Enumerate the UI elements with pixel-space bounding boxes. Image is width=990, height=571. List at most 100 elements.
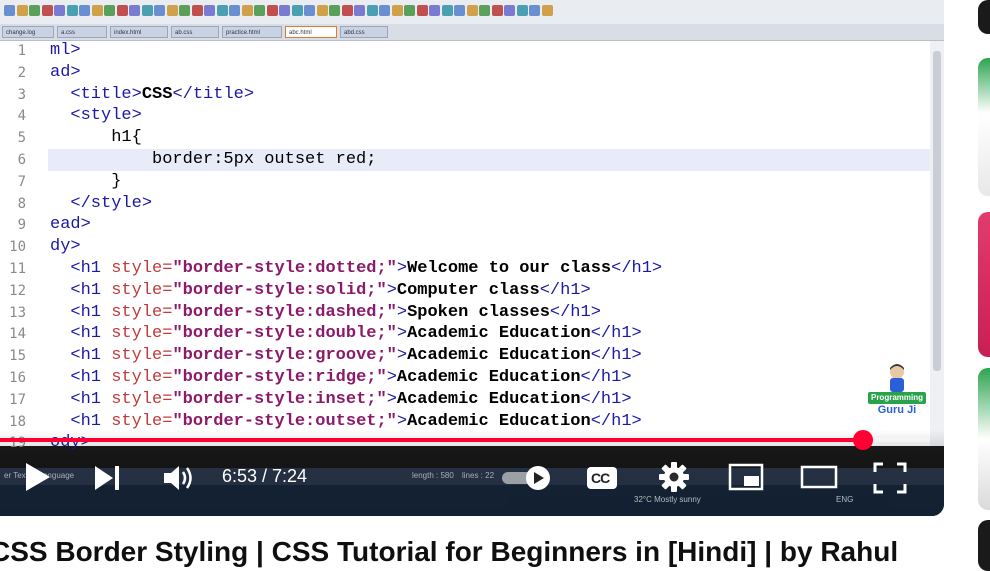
toolbar-button-icon <box>441 5 453 16</box>
line-number: 18 <box>9 413 26 430</box>
sidebar-thumbnail[interactable] <box>978 520 990 571</box>
toolbar-button-icon <box>416 5 428 16</box>
channel-watermark[interactable]: Programming Guru Ji <box>866 362 928 420</box>
miniplayer-button[interactable] <box>728 462 764 492</box>
code-line: <h1 style="border-style:double;">Academi… <box>50 324 642 344</box>
line-number: 9 <box>17 217 26 234</box>
toolbar-button-icon <box>541 5 553 16</box>
skip-next-icon <box>95 466 119 490</box>
captions-label: CC <box>591 470 610 486</box>
toolbar-button-icon <box>179 5 190 16</box>
next-video-button[interactable] <box>92 463 122 493</box>
theater-mode-button[interactable] <box>800 462 838 492</box>
toolbar-button-icon <box>266 5 278 16</box>
line-number-gutter: 12345678910111213141516171819 <box>0 41 35 451</box>
code-line: ad> <box>50 62 81 82</box>
editor-tab-bar: change.log a.css index.html ab.css practice.… <box>0 24 944 41</box>
toolbar-button-icon <box>204 5 215 16</box>
settings-button[interactable] <box>658 461 690 493</box>
watermark-subtitle: Guru Ji <box>872 404 922 418</box>
progress-played <box>0 438 863 442</box>
sidebar-thumbnail[interactable] <box>978 368 990 510</box>
line-number: 8 <box>17 195 26 212</box>
toolbar-button-icon <box>229 5 240 16</box>
editor-tab: a.css <box>57 26 107 38</box>
toolbar-button-icon <box>29 5 40 16</box>
fullscreen-button[interactable] <box>872 461 908 495</box>
code-line: <h1 style="border-style:outset;">Academi… <box>50 411 642 431</box>
sidebar-thumbnail[interactable] <box>978 58 990 196</box>
video-player[interactable]: change.log a.css index.html ab.css practice.… <box>0 0 944 516</box>
line-number: 5 <box>17 130 26 147</box>
line-number: 3 <box>17 86 26 103</box>
line-number: 15 <box>9 348 26 365</box>
toolbar-button-icon <box>529 5 540 16</box>
toolbar-button-icon <box>516 5 528 16</box>
progress-bar[interactable] <box>0 430 930 450</box>
toolbar-button-icon <box>91 5 103 16</box>
toolbar-button-icon <box>41 5 53 16</box>
toolbar-button-icon <box>379 5 390 16</box>
time-display: 6:53 / 7:24 <box>222 466 308 486</box>
code-line: } <box>50 171 122 191</box>
toolbar-button-icon <box>66 5 78 16</box>
line-number: 14 <box>9 326 26 343</box>
taskbar-weather: 32°C Mostly sunny <box>634 495 701 504</box>
sidebar-thumbnail[interactable] <box>978 0 990 34</box>
progress-scrubber-handle[interactable] <box>853 430 873 450</box>
toolbar-button-icon <box>279 5 290 16</box>
volume-button[interactable] <box>162 463 196 493</box>
taskbar-language: ENG <box>836 495 854 504</box>
toolbar-button-icon <box>166 5 178 16</box>
line-number: 10 <box>9 239 26 256</box>
toolbar-button-icon <box>366 5 378 16</box>
code-editor: 12345678910111213141516171819 ml>ad> <ti… <box>0 41 930 452</box>
toolbar-button-icon <box>79 5 90 16</box>
toolbar-button-icon <box>129 5 140 16</box>
code-line: <title>CSS</title> <box>50 84 255 104</box>
toolbar-button-icon <box>141 5 153 16</box>
toolbar-button-icon <box>241 5 253 16</box>
video-title[interactable]: CSS Border Styling | CSS Tutorial for Be… <box>0 536 950 568</box>
code-line: </style> <box>50 193 153 213</box>
line-number: 12 <box>9 282 26 299</box>
watermark-label: Programming <box>868 392 926 404</box>
toolbar-button-icon <box>216 5 228 16</box>
fold-margin <box>34 41 48 446</box>
line-number: 4 <box>17 108 26 125</box>
status-lines: lines : 22 <box>462 471 495 480</box>
editor-scrollbar <box>930 41 944 446</box>
autoplay-toggle[interactable] <box>500 465 556 491</box>
toolbar-button-icon <box>254 5 265 16</box>
code-line: <h1 style="border-style:ridge;">Academic… <box>50 368 632 387</box>
play-button[interactable] <box>22 461 52 493</box>
line-number: 13 <box>9 304 26 321</box>
captions-button[interactable]: CC <box>585 464 619 492</box>
code-line: <h1 style="border-style:groove;">Academi… <box>50 346 642 366</box>
toolbar-button-icon <box>116 5 128 16</box>
toolbar-button-icon <box>466 5 478 16</box>
toolbar-button-icon <box>429 5 440 16</box>
toolbar-button-icon <box>479 5 490 16</box>
sidebar-thumbnail[interactable] <box>978 212 990 357</box>
code-line: <style> <box>50 106 142 126</box>
status-length: length : 580 <box>412 471 454 480</box>
line-number: 7 <box>17 173 26 190</box>
toolbar-button-icon <box>329 5 340 16</box>
toolbar-button-icon <box>316 5 328 16</box>
toolbar-button-icon <box>391 5 403 16</box>
code-line: border:5px outset red; <box>50 150 377 169</box>
miniplayer-icon <box>728 463 764 491</box>
editor-tab: abc.html <box>285 26 337 38</box>
toolbar-button-icon <box>191 5 203 16</box>
toolbar-button-icon <box>104 5 115 16</box>
toolbar-button-icon <box>154 5 165 16</box>
code-line: <h1 style="border-style:solid;">Computer… <box>50 280 591 300</box>
fullscreen-icon <box>873 462 907 494</box>
line-number: 2 <box>17 64 26 81</box>
toolbar-button-icon <box>291 5 303 16</box>
toolbar-button-icon <box>454 5 465 16</box>
editor-tab: practice.html <box>222 26 282 38</box>
line-number: 1 <box>17 43 26 59</box>
toolbar-button-icon <box>4 5 15 16</box>
